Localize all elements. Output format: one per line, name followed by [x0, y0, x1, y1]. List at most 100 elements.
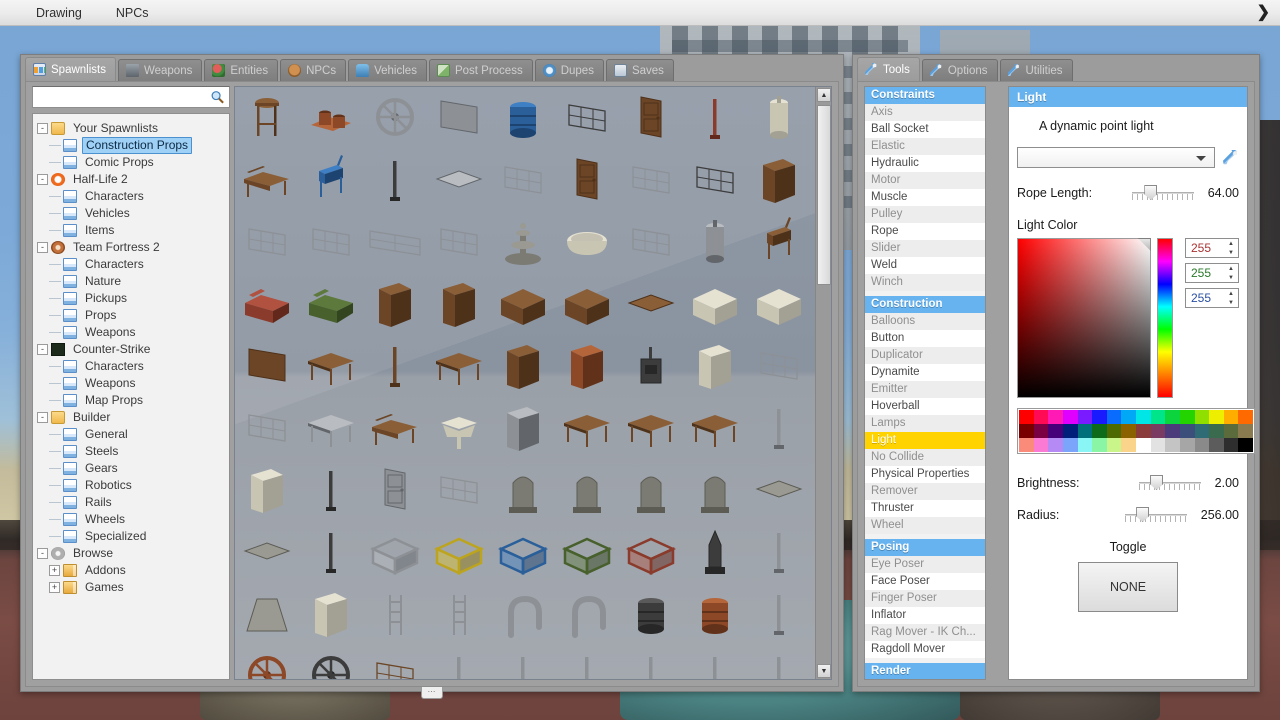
prop-item-cage-blue[interactable]: [491, 521, 555, 583]
palette-swatch[interactable]: [1092, 410, 1107, 424]
green-up-button[interactable]: ▲: [1226, 265, 1236, 273]
red-input[interactable]: [1186, 239, 1220, 257]
collapse-toggle[interactable]: -: [37, 412, 48, 423]
tab-weapons[interactable]: Weapons: [117, 59, 203, 81]
tool-item-duplicator[interactable]: Duplicator: [865, 347, 985, 364]
tool-item-muscle[interactable]: Muscle: [865, 189, 985, 206]
tree-item-specialized[interactable]: Specialized: [37, 528, 229, 545]
prop-item-metal-door[interactable]: [363, 459, 427, 521]
prop-item-cage-green[interactable]: [555, 521, 619, 583]
hue-bar[interactable]: [1156, 238, 1173, 398]
search-input[interactable]: [33, 87, 229, 107]
prop-item-sink[interactable]: [427, 397, 491, 459]
blue-up-button[interactable]: ▲: [1226, 290, 1236, 298]
prop-item-metal-rack[interactable]: [619, 211, 683, 273]
prop-item-metal-panel[interactable]: [427, 87, 491, 149]
brightness-slider[interactable]: [1138, 475, 1201, 490]
prop-item-gravestone-3[interactable]: [619, 459, 683, 521]
palette-swatch[interactable]: [1150, 410, 1166, 424]
tab-options[interactable]: Options: [921, 59, 998, 81]
tool-item-pulley[interactable]: Pulley: [865, 206, 985, 223]
prop-item-valve-wheel[interactable]: [235, 645, 299, 679]
palette-swatch[interactable]: [1136, 438, 1151, 452]
tool-item-inflator[interactable]: Inflator: [865, 607, 985, 624]
palette-swatch[interactable]: [1136, 410, 1151, 424]
menu-drawing[interactable]: Drawing: [24, 3, 94, 23]
prop-item-pole[interactable]: [427, 645, 491, 679]
palette-swatch[interactable]: [1019, 424, 1034, 438]
prop-item-stove[interactable]: [491, 397, 555, 459]
tool-item-winch[interactable]: Winch: [865, 274, 985, 291]
prop-item-hook-2[interactable]: [747, 583, 811, 645]
prop-item-metal-plate[interactable]: [427, 149, 491, 211]
prop-item-grave-slab-2[interactable]: [235, 521, 299, 583]
palette-swatch[interactable]: [1209, 424, 1224, 438]
tool-item-light[interactable]: Light: [865, 432, 985, 449]
sv-cursor[interactable]: [1137, 238, 1151, 251]
collapse-toggle[interactable]: -: [37, 548, 48, 559]
prop-item-chain-fence-small[interactable]: [427, 211, 491, 273]
tab-dupes[interactable]: Dupes: [534, 59, 604, 81]
tree-item-vehicles[interactable]: Vehicles: [37, 205, 229, 222]
tool-list[interactable]: Constraints Axis Ball Socket Elastic Hydraul…: [865, 87, 985, 679]
green-input[interactable]: [1186, 264, 1220, 282]
prop-item-antenna-2[interactable]: [555, 645, 619, 679]
tree-item-characters[interactable]: Characters: [37, 358, 229, 375]
prop-item-washing-machine[interactable]: [235, 459, 299, 521]
tree-item-steels[interactable]: Steels: [37, 443, 229, 460]
palette-swatch[interactable]: [1062, 438, 1078, 452]
prop-item-propane-tank[interactable]: [747, 87, 811, 149]
prop-item-long-table[interactable]: [619, 397, 683, 459]
tree-item-addons[interactable]: + Addons: [37, 562, 229, 579]
tool-item-slider[interactable]: Slider: [865, 240, 985, 257]
palette-swatch[interactable]: [1077, 424, 1093, 438]
saturation-value-field[interactable]: [1017, 238, 1151, 398]
palette-swatch[interactable]: [1136, 424, 1151, 438]
prop-item-window-bars[interactable]: [555, 87, 619, 149]
blue-down-button[interactable]: ▼: [1226, 299, 1236, 307]
palette-swatch[interactable]: [1121, 410, 1136, 424]
blue-spinner[interactable]: ▲ ▼: [1185, 288, 1239, 308]
search-box[interactable]: [32, 86, 230, 108]
tool-item-weld[interactable]: Weld: [865, 257, 985, 274]
prop-item-wood-panel[interactable]: [235, 335, 299, 397]
prop-item-antenna[interactable]: [491, 645, 555, 679]
red-up-button[interactable]: ▲: [1226, 240, 1236, 248]
palette-swatch[interactable]: [1209, 438, 1224, 452]
palette-swatch[interactable]: [1048, 438, 1063, 452]
tool-item-hydraulic[interactable]: Hydraulic: [865, 155, 985, 172]
prop-item-lampshade[interactable]: [235, 583, 299, 645]
tool-item-thruster[interactable]: Thruster: [865, 500, 985, 517]
tree-item-props[interactable]: Props: [37, 307, 229, 324]
palette-swatch[interactable]: [1238, 438, 1253, 452]
palette-swatch[interactable]: [1150, 424, 1166, 438]
prop-item-bathtub[interactable]: [555, 211, 619, 273]
palette-swatch[interactable]: [1033, 438, 1049, 452]
prop-item-cage-gray[interactable]: [363, 521, 427, 583]
tree-item-pickups[interactable]: Pickups: [37, 290, 229, 307]
prop-item-pipe-small[interactable]: [747, 397, 811, 459]
tool-item-balloons[interactable]: Balloons: [865, 313, 985, 330]
prop-item-ladder-2[interactable]: [427, 583, 491, 645]
prop-item-dresser[interactable]: [427, 273, 491, 335]
prop-item-gravestone[interactable]: [491, 459, 555, 521]
tree-item-construction-props[interactable]: Construction Props: [37, 137, 229, 154]
prop-grid[interactable]: [235, 87, 815, 679]
palette-swatch[interactable]: [1150, 438, 1166, 452]
prop-item-air-vent[interactable]: [491, 149, 555, 211]
tab-utilities[interactable]: Utilities: [999, 59, 1073, 81]
palette-swatch[interactable]: [1121, 438, 1136, 452]
tool-item-button[interactable]: Button: [865, 330, 985, 347]
collapse-toggle[interactable]: -: [37, 344, 48, 355]
prop-item-water-heater[interactable]: [683, 211, 747, 273]
search-icon[interactable]: [210, 90, 225, 105]
tree-item-nature[interactable]: Nature: [37, 273, 229, 290]
tab-vehicles[interactable]: Vehicles: [348, 59, 427, 81]
prop-item-chain-fence-2[interactable]: [299, 211, 363, 273]
prop-item-statue-base[interactable]: [299, 521, 363, 583]
palette-swatch[interactable]: [1194, 410, 1210, 424]
prop-item-metal-post[interactable]: [363, 149, 427, 211]
palette-swatch[interactable]: [1033, 410, 1049, 424]
prop-item-metal-fence[interactable]: [683, 149, 747, 211]
prop-item-rusty-drum[interactable]: [683, 583, 747, 645]
